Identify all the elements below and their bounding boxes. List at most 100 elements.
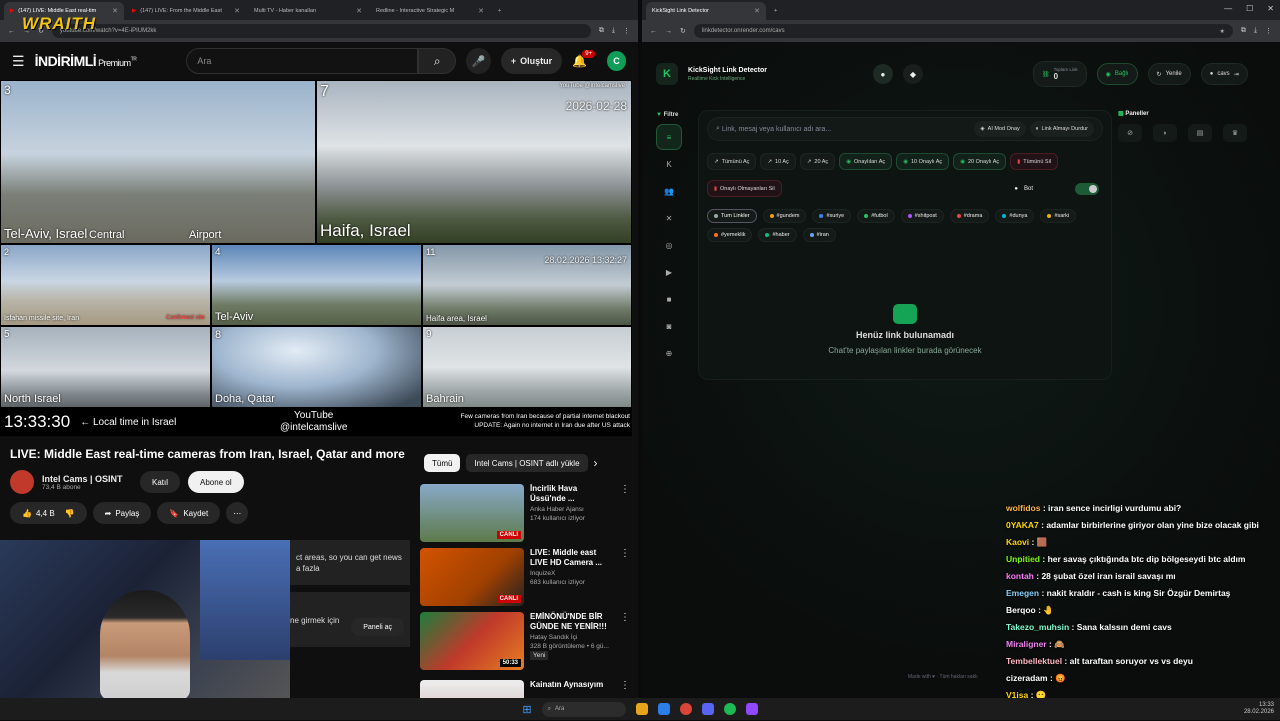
back-icon[interactable]: ← [8, 28, 15, 35]
chat-username[interactable]: Unpitied [1006, 554, 1040, 564]
open-20-approved-button[interactable]: ◉ 20 Onaylı Aç [953, 153, 1007, 170]
chat-username[interactable]: Takezo_muhsin [1006, 622, 1069, 632]
theme-button[interactable]: ● [872, 64, 893, 84]
open-approved-button[interactable]: ◉ Onaylıları Aç [839, 153, 893, 170]
obs-icon[interactable] [745, 703, 758, 715]
delete-unapproved-button[interactable]: ▮ Onaylı Olmayanları Sil [707, 180, 782, 197]
tag-filter[interactable]: #yemeklik [707, 228, 753, 242]
menu-icon[interactable]: ⋮ [1265, 27, 1272, 35]
tag-filter[interactable]: #gundem [762, 209, 807, 223]
subscribe-button[interactable]: Abone ol [188, 471, 244, 493]
trophy-panel-icon[interactable]: ♛ [1223, 124, 1247, 142]
chat-username[interactable]: cizeradam [1006, 673, 1048, 683]
address-bar[interactable]: linkdetector.onrender.com/cavs ★ [693, 24, 1233, 38]
users-filter-icon[interactable]: 👥 [656, 178, 682, 204]
address-bar[interactable]: youtube.com/watch?v=4E-iPIUM2kk [51, 24, 591, 38]
tag-filter[interactable]: #suriye [812, 209, 852, 223]
windows-start-icon[interactable]: ⊞ [522, 703, 531, 716]
related-item[interactable]: CANLI LIVE: Middle east LIVE HD Camera .… [420, 548, 630, 606]
taskbar-search[interactable]: ⌕ Ara [541, 701, 626, 717]
star-icon[interactable]: ★ [1220, 28, 1225, 35]
related-item[interactable]: CANLI İncirlik Hava Üssü'nde ... Anka Hab… [420, 484, 630, 542]
close-icon[interactable]: ✕ [234, 7, 240, 15]
chat-username[interactable]: 0YAKA7 [1006, 520, 1039, 530]
share-button[interactable]: ➦ Paylaş [92, 502, 152, 524]
ai-mod-button[interactable]: ◈ AI Mod Onay [974, 121, 1026, 137]
browser-tab[interactable]: ▶ (147) LIVE: From the Middle East ✕ [126, 2, 246, 20]
tag-filter[interactable]: #iran [802, 228, 836, 242]
close-icon[interactable]: ✕ [112, 7, 118, 15]
stop-links-button[interactable]: ⏸ Link Almayı Durdur [1029, 121, 1094, 137]
open-10-button[interactable]: ↗ 10 Aç [760, 153, 796, 170]
more-button[interactable]: ⋯ [226, 502, 249, 524]
new-tab-button[interactable]: + [492, 2, 506, 20]
open-20-button[interactable]: ↗ 20 Aç [799, 153, 836, 170]
hamburger-icon[interactable]: ☰ [12, 53, 25, 70]
browser-tab[interactable]: Redline - Interactive Strategic M ✕ [370, 2, 490, 20]
chat-username[interactable]: Kaovi [1006, 537, 1029, 547]
minimize-icon[interactable]: — [1224, 4, 1232, 13]
save-button[interactable]: 🔖 Kaydet [157, 502, 221, 524]
chat-username[interactable]: wolfidos [1006, 503, 1040, 513]
search-button[interactable]: ⌕ [418, 48, 457, 74]
refresh-button[interactable]: ↻ Yenile [1147, 63, 1191, 85]
extensions-icon[interactable]: ⧉ [1241, 27, 1246, 35]
tag-filter[interactable]: #shitpost [900, 209, 944, 223]
open-10-approved-button[interactable]: ◉ 10 Onaylı Aç [896, 153, 950, 170]
like-button[interactable]: 👍 4,4 B 👎 [10, 502, 87, 524]
maximize-icon[interactable]: ☐ [1246, 4, 1253, 13]
browser-tab[interactable]: Multi TV - Haber kanalları ✕ [248, 2, 368, 20]
menu-icon[interactable]: ⋮ [623, 27, 630, 35]
bot-button[interactable]: ◆ [902, 64, 923, 84]
avatar[interactable]: C [607, 51, 627, 71]
join-button[interactable]: Katıl [140, 471, 181, 493]
close-icon[interactable]: ✕ [754, 7, 760, 15]
kick-filter-icon[interactable]: K [656, 151, 682, 177]
voice-search-button[interactable]: 🎤 [466, 48, 491, 74]
open-panel-button[interactable]: Paneli aç [351, 618, 404, 636]
search-input[interactable]: ⌕ Link, mesaj veya kullanıcı adı ara... … [707, 117, 1103, 141]
tag-filter[interactable]: Tum Linkler [707, 209, 757, 223]
youtube-filter-icon[interactable]: ▶ [656, 259, 682, 285]
description-box[interactable]: ct areas, so you can get news a fazla [290, 540, 410, 585]
video-filter-icon[interactable]: ■ [656, 286, 682, 312]
chat-username[interactable]: Berqoo [1006, 605, 1036, 615]
chat-username[interactable]: Emegen [1006, 588, 1039, 598]
explorer-icon[interactable] [635, 703, 648, 715]
video-player[interactable]: 3 Tel-Aviv, Israel Central Airport 7 202… [0, 80, 632, 436]
archive-panel-icon[interactable]: ▤ [1188, 124, 1212, 142]
close-icon[interactable]: ✕ [478, 7, 484, 15]
kebab-icon[interactable]: ⋮ [620, 484, 630, 542]
kebab-icon[interactable]: ⋮ [620, 612, 630, 670]
chip-channel[interactable]: Intel Cams | OSINT adlı yükle [466, 454, 588, 472]
x-filter-icon[interactable]: ✕ [656, 205, 682, 231]
spotify-icon[interactable] [723, 703, 736, 715]
block-panel-icon[interactable]: ⊘ [1118, 124, 1142, 142]
chat-username[interactable]: kontah [1006, 571, 1034, 581]
chrome-icon[interactable] [679, 703, 692, 715]
channel-avatar[interactable] [10, 470, 34, 494]
tag-filter[interactable]: #dunya [995, 209, 1035, 223]
shield-panel-icon[interactable]: ◗ [1153, 124, 1177, 142]
open-all-button[interactable]: ↗ Tümünü Aç [707, 153, 757, 170]
download-icon[interactable]: ⤓ [612, 27, 615, 35]
web-filter-icon[interactable]: ⊕ [656, 340, 682, 366]
related-item[interactable]: 50:33 EMİNÖNÜ'NDE BİR GÜNDE NE YENİR!!! H… [420, 612, 630, 670]
user-menu[interactable]: ● cavs ⇥ [1200, 63, 1248, 85]
tag-filter[interactable]: #futbol [857, 209, 895, 223]
camera-filter-icon[interactable]: ◙ [656, 313, 682, 339]
chip-all[interactable]: Tümü [424, 454, 461, 472]
chat-username[interactable]: Tembellektuel [1006, 656, 1062, 666]
tag-filter[interactable]: #drama [949, 209, 990, 223]
close-icon[interactable]: ✕ [356, 7, 362, 15]
chat-username[interactable]: Miraligner [1006, 639, 1047, 649]
notifications-button[interactable]: 🔔 9+ [572, 50, 596, 68]
tag-filter[interactable]: #sarki [1040, 209, 1077, 223]
tag-filter[interactable]: #haber [758, 228, 797, 242]
kebab-icon[interactable]: ⋮ [620, 548, 630, 606]
youtube-logo[interactable]: İNDİRİMLİ PremiumTR [35, 53, 137, 69]
discord-icon[interactable] [701, 703, 714, 715]
logout-icon[interactable]: ⇥ [1234, 71, 1239, 78]
channel-name[interactable]: Intel Cams | OSINT [42, 474, 132, 484]
forward-icon[interactable]: → [665, 28, 672, 35]
